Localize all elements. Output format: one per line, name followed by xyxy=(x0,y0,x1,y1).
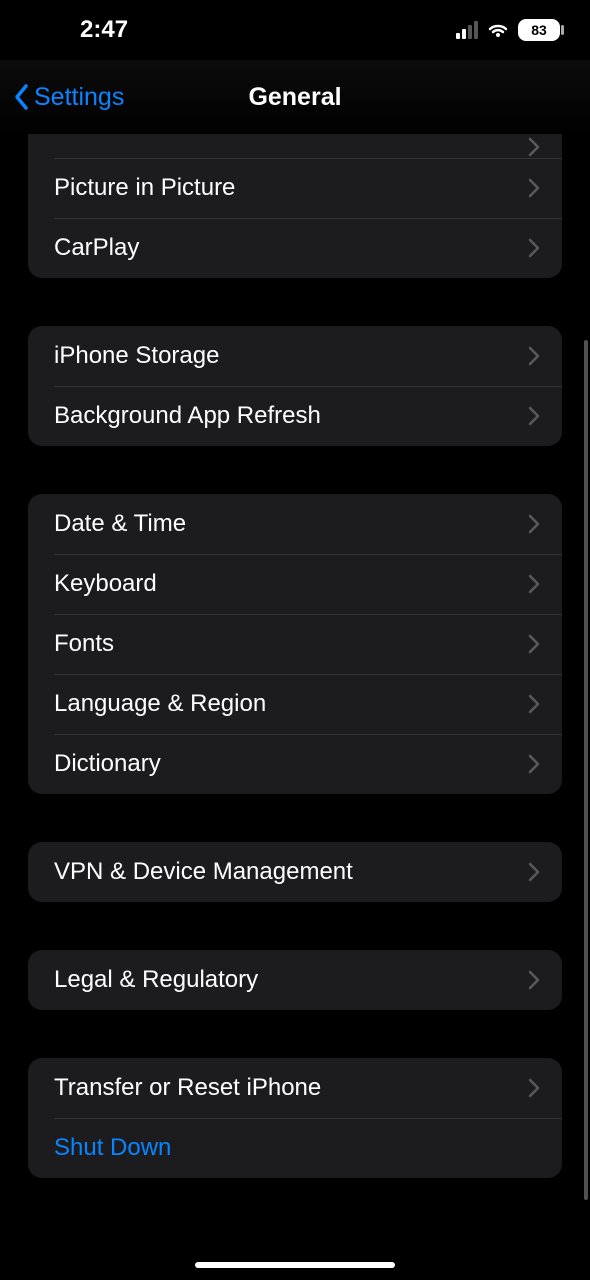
row-label: CarPlay xyxy=(54,234,139,262)
chevron-left-icon xyxy=(12,83,32,111)
row-label: Transfer or Reset iPhone xyxy=(54,1074,321,1102)
row-label: iPhone Storage xyxy=(54,342,219,370)
row-label: Date & Time xyxy=(54,510,186,538)
row-label: Fonts xyxy=(54,630,114,658)
chevron-right-icon xyxy=(526,405,542,427)
row-airplay-handoff[interactable] xyxy=(28,134,562,158)
status-bar: 2:47 83 xyxy=(0,0,590,60)
row-picture-in-picture[interactable]: Picture in Picture xyxy=(28,158,562,218)
row-background-app-refresh[interactable]: Background App Refresh xyxy=(28,386,562,446)
chevron-right-icon xyxy=(526,693,542,715)
cellular-icon xyxy=(456,21,478,39)
row-language-region[interactable]: Language & Region xyxy=(28,674,562,734)
nav-header: Settings General xyxy=(0,60,590,134)
row-dictionary[interactable]: Dictionary xyxy=(28,734,562,794)
row-fonts[interactable]: Fonts xyxy=(28,614,562,674)
settings-group-vpn: VPN & Device Management xyxy=(28,842,562,902)
wifi-icon xyxy=(486,21,510,39)
battery-icon: 83 xyxy=(518,19,560,41)
row-label: Dictionary xyxy=(54,750,161,778)
status-time: 2:47 xyxy=(30,16,128,44)
back-button[interactable]: Settings xyxy=(12,83,124,112)
page-title: General xyxy=(248,83,341,112)
settings-group-media: Picture in Picture CarPlay xyxy=(28,134,562,278)
chevron-right-icon xyxy=(526,861,542,883)
row-label: VPN & Device Management xyxy=(54,858,353,886)
chevron-right-icon xyxy=(526,136,542,158)
settings-group-legal: Legal & Regulatory xyxy=(28,950,562,1010)
row-iphone-storage[interactable]: iPhone Storage xyxy=(28,326,562,386)
home-indicator[interactable] xyxy=(195,1262,395,1268)
row-label: Picture in Picture xyxy=(54,174,235,202)
row-label: Legal & Regulatory xyxy=(54,966,258,994)
row-keyboard[interactable]: Keyboard xyxy=(28,554,562,614)
row-label: Language & Region xyxy=(54,690,266,718)
row-shut-down[interactable]: Shut Down xyxy=(28,1118,562,1178)
battery-percentage: 83 xyxy=(531,22,547,38)
back-label: Settings xyxy=(34,83,124,112)
row-transfer-reset[interactable]: Transfer or Reset iPhone xyxy=(28,1058,562,1118)
row-label: Background App Refresh xyxy=(54,402,321,430)
status-indicators: 83 xyxy=(456,19,560,41)
row-date-time[interactable]: Date & Time xyxy=(28,494,562,554)
chevron-right-icon xyxy=(526,573,542,595)
settings-group-reset: Transfer or Reset iPhone Shut Down xyxy=(28,1058,562,1178)
row-carplay[interactable]: CarPlay xyxy=(28,218,562,278)
chevron-right-icon xyxy=(526,177,542,199)
chevron-right-icon xyxy=(526,513,542,535)
content[interactable]: Picture in Picture CarPlay iPhone Storag… xyxy=(0,134,590,1218)
row-label: Keyboard xyxy=(54,570,157,598)
scroll-indicator[interactable] xyxy=(584,340,588,1200)
chevron-right-icon xyxy=(526,1077,542,1099)
row-label: Shut Down xyxy=(54,1134,171,1162)
settings-group-storage: iPhone Storage Background App Refresh xyxy=(28,326,562,446)
chevron-right-icon xyxy=(526,753,542,775)
chevron-right-icon xyxy=(526,969,542,991)
chevron-right-icon xyxy=(526,345,542,367)
chevron-right-icon xyxy=(526,633,542,655)
row-vpn-device-management[interactable]: VPN & Device Management xyxy=(28,842,562,902)
settings-group-system: Date & Time Keyboard Fonts Language & Re… xyxy=(28,494,562,794)
row-legal-regulatory[interactable]: Legal & Regulatory xyxy=(28,950,562,1010)
chevron-right-icon xyxy=(526,237,542,259)
